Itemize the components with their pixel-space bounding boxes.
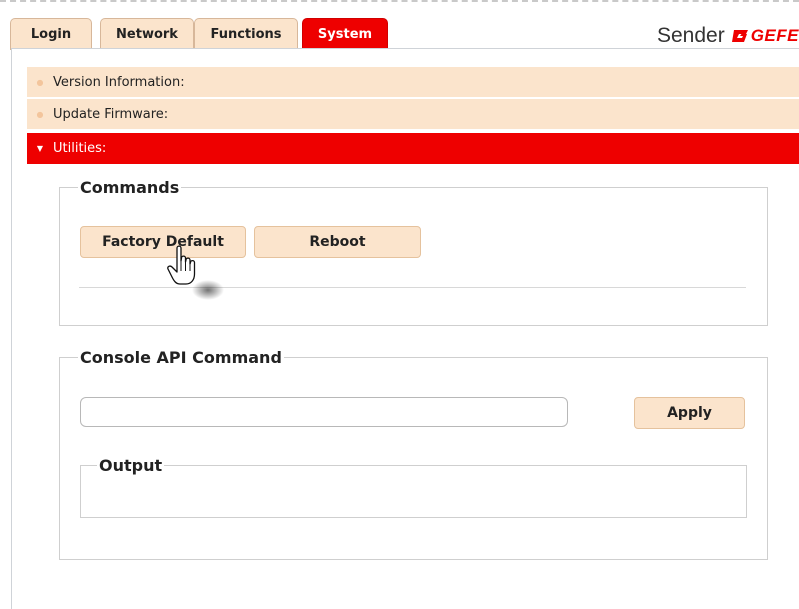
- bullet-icon: ●: [36, 77, 44, 87]
- output-text: [81, 475, 746, 483]
- gefen-logo-icon: [731, 30, 748, 42]
- device-role-title: Sender: [656, 24, 725, 47]
- accordion-label: Update Firmware:: [53, 106, 169, 122]
- accordion-update-firmware[interactable]: ● Update Firmware:: [27, 98, 799, 129]
- factory-default-button[interactable]: Factory Default: [80, 226, 246, 258]
- brand-logo-text: GEFE: [750, 26, 799, 45]
- triangle-down-icon: ▼: [36, 144, 44, 153]
- accordion-version-information[interactable]: ● Version Information:: [27, 66, 799, 97]
- tab-system[interactable]: System: [302, 18, 388, 50]
- console-command-input[interactable]: [80, 397, 568, 427]
- brand: Sender GEFE: [657, 22, 799, 50]
- page-top-border: [0, 0, 799, 2]
- console-legend: Console API Command: [80, 348, 282, 367]
- tab-login[interactable]: Login: [10, 18, 92, 50]
- console-api-group: Console API Command: [59, 348, 768, 560]
- commands-divider: [79, 287, 746, 288]
- tab-network[interactable]: Network: [100, 18, 194, 50]
- output-legend: Output: [99, 456, 163, 475]
- reboot-button[interactable]: Reboot: [254, 226, 421, 258]
- apply-button[interactable]: Apply: [634, 397, 745, 429]
- tab-functions[interactable]: Functions: [194, 18, 298, 50]
- output-group: Output: [80, 456, 747, 518]
- commands-legend: Commands: [80, 178, 180, 197]
- accordion-label: Utilities:: [53, 141, 107, 156]
- tab-bar: Login Network Functions System Sender GE…: [0, 4, 799, 50]
- accordion-utilities[interactable]: ▼ Utilities:: [27, 132, 799, 164]
- bullet-icon: ●: [36, 109, 44, 119]
- brand-logo: GEFE: [731, 26, 799, 46]
- accordion-label: Version Information:: [53, 74, 185, 90]
